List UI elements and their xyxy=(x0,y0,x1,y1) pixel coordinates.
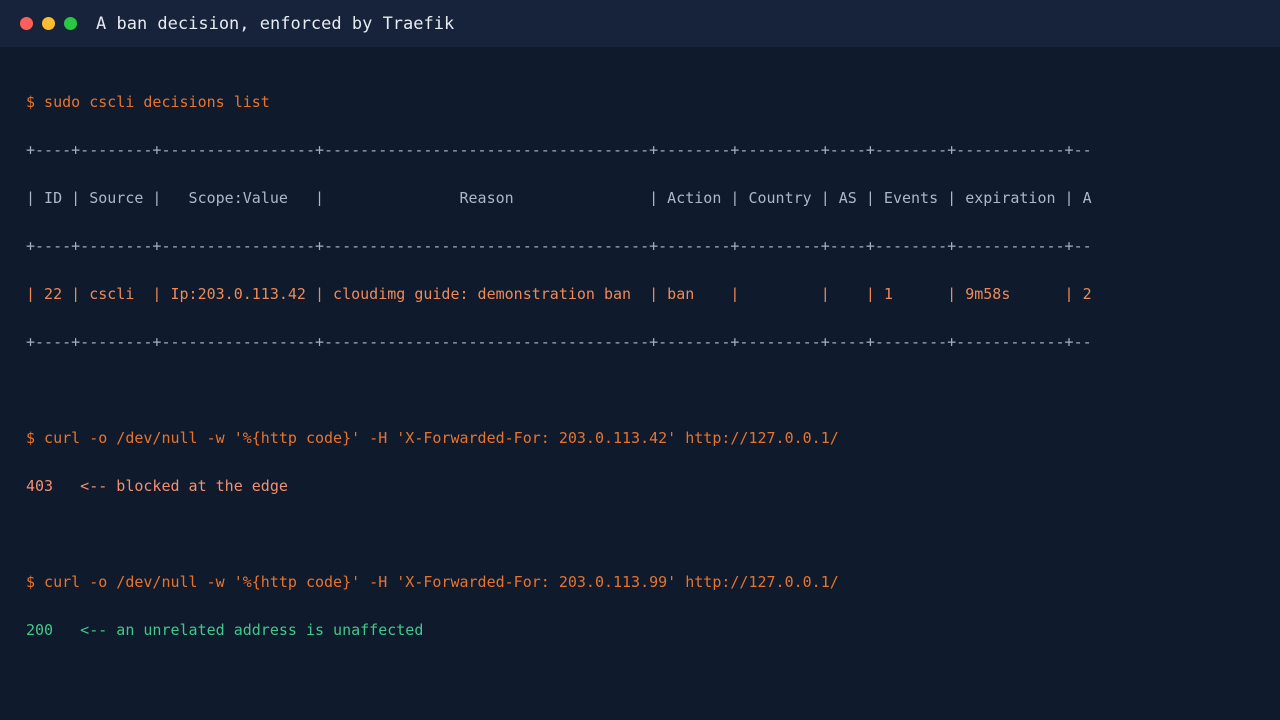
table-border-bottom: +----+--------+-----------------+-------… xyxy=(26,334,1092,350)
command-line-cscli: $ sudo cscli decisions list xyxy=(26,94,270,110)
command-line-curl-unrelated: $ curl -o /dev/null -w '%{http_code}' -H… xyxy=(26,574,839,590)
command-line-curl-banned: $ curl -o /dev/null -w '%{http_code}' -H… xyxy=(26,430,839,446)
maximize-window-icon[interactable] xyxy=(64,17,77,30)
table-row: | 22 | cscli | Ip:203.0.113.42 | cloudim… xyxy=(26,286,1092,302)
table-border-top: +----+--------+-----------------+-------… xyxy=(26,142,1092,158)
table-border-middle: +----+--------+-----------------+-------… xyxy=(26,238,1092,254)
minimize-window-icon[interactable] xyxy=(42,17,55,30)
close-window-icon[interactable] xyxy=(20,17,33,30)
window-title: A ban decision, enforced by Traefik xyxy=(96,14,455,34)
table-header-row: | ID | Source | Scope:Value | Reason | A… xyxy=(26,190,1092,206)
output-blocked: 403 <-- blocked at the edge xyxy=(26,478,288,494)
terminal-output[interactable]: $ sudo cscli decisions list +----+------… xyxy=(26,62,1092,654)
window-titlebar: A ban decision, enforced by Traefik xyxy=(0,0,1280,47)
output-allowed: 200 <-- an unrelated address is unaffect… xyxy=(26,622,424,638)
